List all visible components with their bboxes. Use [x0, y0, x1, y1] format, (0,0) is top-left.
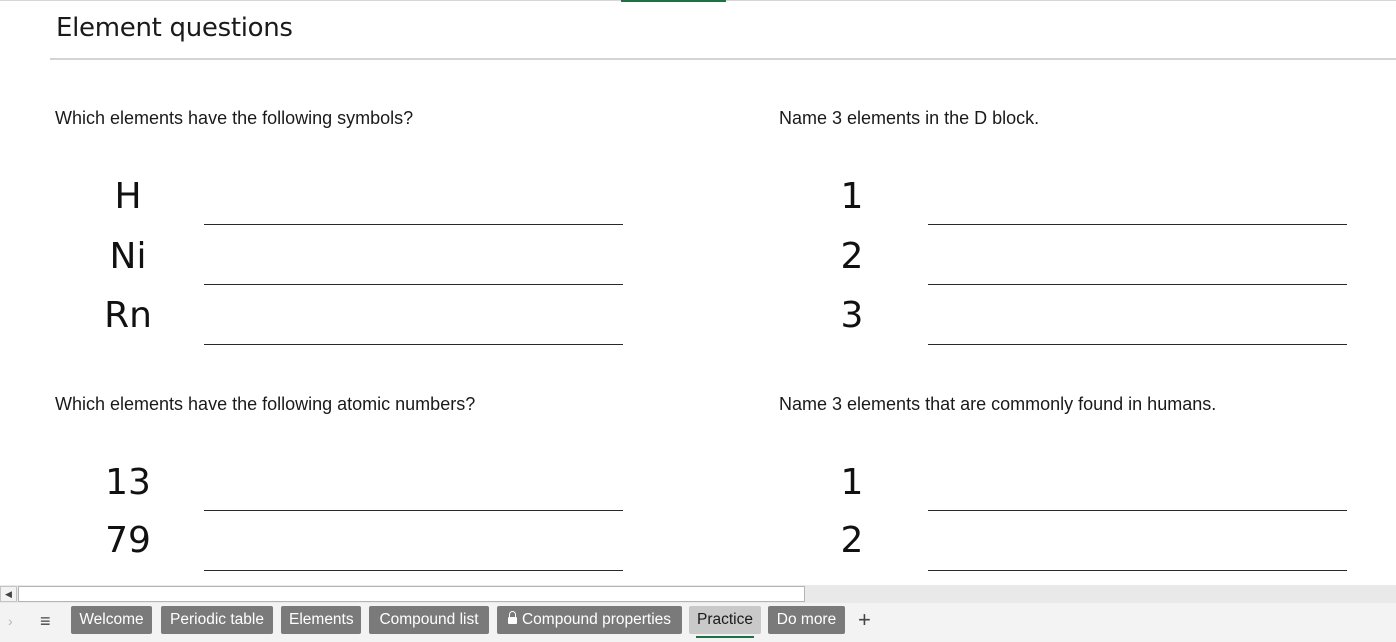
tab-compound-list[interactable]: Compound list	[369, 606, 489, 634]
tab-label: Compound list	[379, 611, 479, 628]
row-number-label: 2	[840, 520, 864, 561]
tab-compound-properties[interactable]: Compound properties	[497, 606, 682, 634]
tab-welcome[interactable]: Welcome	[71, 606, 152, 634]
tab-label: Compound properties	[521, 611, 672, 628]
row-number-label: 1	[840, 176, 864, 217]
active-cell-marker	[621, 0, 726, 2]
chevron-right-icon[interactable]: ›	[8, 613, 13, 629]
answer-line[interactable]	[928, 224, 1347, 225]
tab-practice[interactable]: Practice	[689, 606, 761, 634]
answer-line[interactable]	[928, 510, 1347, 511]
active-tab-indicator	[696, 636, 754, 638]
question-dblock: Name 3 elements in the D block.	[779, 108, 1040, 128]
page-title: Element questions	[56, 13, 293, 43]
row-number-label: 3	[840, 295, 864, 336]
symbol-label: H	[114, 176, 142, 217]
horizontal-scrollbar[interactable]: ◀	[0, 585, 1396, 603]
answer-line[interactable]	[204, 570, 623, 571]
tab-label: Do more	[776, 611, 837, 628]
row-number-label: 1	[840, 462, 864, 503]
atomic-number-label: 13	[105, 462, 151, 503]
answer-line[interactable]	[928, 284, 1347, 285]
answer-line[interactable]	[204, 224, 623, 225]
answer-line[interactable]	[204, 344, 623, 345]
scroll-left-button[interactable]: ◀	[0, 586, 17, 602]
tab-periodic-table[interactable]: Periodic table	[161, 606, 273, 634]
caret-left-icon: ◀	[5, 589, 12, 599]
row-number-label: 2	[840, 236, 864, 277]
answer-line[interactable]	[204, 510, 623, 511]
question-humans: Name 3 elements that are commonly found …	[779, 394, 1217, 414]
title-divider	[50, 58, 1396, 60]
sheet-tab-bar: › ≡ Welcome Periodic table Elements Comp…	[0, 603, 1396, 642]
atomic-number-label: 79	[105, 520, 151, 561]
tab-do-more[interactable]: Do more	[768, 606, 845, 634]
symbol-label: Rn	[104, 295, 152, 336]
symbol-label: Ni	[109, 236, 147, 277]
question-symbols: Which elements have the following symbol…	[55, 108, 414, 128]
scrollbar-thumb[interactable]	[18, 586, 805, 602]
answer-line[interactable]	[928, 570, 1347, 571]
tab-label: Elements	[289, 611, 354, 628]
tab-elements[interactable]: Elements	[281, 606, 361, 634]
answer-line[interactable]	[204, 284, 623, 285]
tab-label: Welcome	[79, 611, 144, 628]
lock-icon	[507, 611, 517, 625]
answer-line[interactable]	[928, 344, 1347, 345]
add-sheet-plus-icon[interactable]: +	[858, 607, 871, 633]
question-atomic-numbers: Which elements have the following atomic…	[55, 394, 476, 414]
tab-label: Practice	[697, 611, 753, 628]
all-sheets-menu-icon[interactable]: ≡	[40, 611, 51, 632]
tab-label: Periodic table	[170, 611, 264, 628]
